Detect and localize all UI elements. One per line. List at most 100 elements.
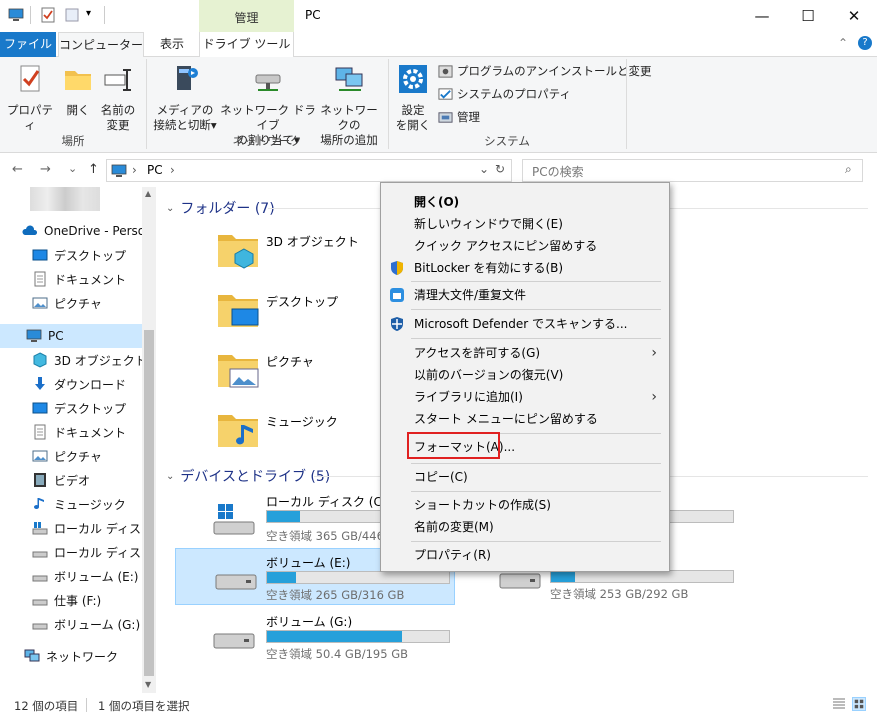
folders-section-header[interactable]: ⌄ フォルダー (7) bbox=[166, 198, 275, 218]
ribbon-collapse-icon[interactable]: ⌃ bbox=[838, 36, 848, 50]
manage-tab[interactable]: 管理 bbox=[199, 0, 294, 33]
menu-item-pin-quick-access[interactable]: クイック アクセスにピン留めする bbox=[381, 235, 669, 257]
maximize-button[interactable]: ☐ bbox=[785, 0, 831, 32]
large-icons-view-icon[interactable] bbox=[852, 697, 866, 711]
tab-file[interactable]: ファイル bbox=[0, 32, 56, 57]
sidebar-item-onedrive[interactable]: OneDrive - Person bbox=[0, 219, 153, 243]
properties-button[interactable]: プロパティ bbox=[6, 63, 54, 133]
system-properties-button[interactable]: システムのプロパティ bbox=[438, 86, 571, 102]
document-icon bbox=[34, 424, 46, 440]
uninstall-programs-button[interactable]: プログラムのアンインストールと変更 bbox=[438, 63, 651, 79]
breadcrumb-separator[interactable]: › bbox=[170, 163, 175, 177]
breadcrumb-separator[interactable]: › bbox=[132, 163, 137, 177]
chevron-right-icon: › bbox=[651, 389, 657, 405]
properties-check-icon[interactable] bbox=[40, 7, 56, 23]
uninstall-label: プログラムのアンインストールと変更 bbox=[457, 64, 652, 78]
sidebar-item-label: ピクチャ bbox=[54, 449, 102, 464]
minimize-button[interactable]: — bbox=[739, 0, 785, 32]
sidebar-item-work-f[interactable]: 仕事 (F:) bbox=[0, 588, 142, 612]
search-input[interactable]: PCの検索 ⌕ bbox=[522, 159, 863, 182]
uninstall-icon bbox=[438, 64, 453, 78]
rename-button[interactable]: 名前の 変更 bbox=[98, 63, 138, 133]
up-button[interactable]: ↑ bbox=[88, 162, 99, 177]
network-location-icon bbox=[335, 67, 363, 91]
group-label-system: システム bbox=[484, 134, 530, 148]
sidebar-item-videos[interactable]: ビデオ bbox=[0, 468, 142, 492]
sidebar-item-local-disk-d[interactable]: ローカル ディスク (D bbox=[0, 540, 156, 564]
tab-drive-tools[interactable]: ドライブ ツール bbox=[199, 32, 294, 57]
menu-item-include-library[interactable]: ライブラリに追加(I) › bbox=[381, 386, 669, 408]
address-bar[interactable]: › PC › ⌄ ↻ bbox=[106, 159, 512, 182]
back-button[interactable]: ← bbox=[12, 162, 23, 177]
sidebar-item-downloads[interactable]: ダウンロード bbox=[0, 372, 142, 396]
drive-tile-g[interactable]: ボリューム (G:) 空き領域 50.4 GB/195 GB bbox=[212, 608, 462, 664]
sidebar-item-network[interactable]: ネットワーク bbox=[0, 644, 142, 668]
menu-item-properties[interactable]: プロパティ(R) bbox=[381, 544, 669, 566]
address-dropdown-icon[interactable]: ⌄ bbox=[479, 162, 489, 176]
context-menu: 開く(O) 新しいウィンドウで開く(E) クイック アクセスにピン留めする Bi… bbox=[380, 182, 670, 572]
close-button[interactable]: ✕ bbox=[831, 0, 877, 32]
ribbon-divider bbox=[626, 59, 627, 149]
tab-computer[interactable]: コンピューター bbox=[58, 32, 144, 58]
folder-tile-pictures[interactable]: ピクチャ bbox=[216, 345, 376, 397]
sidebar-item-music[interactable]: ミュージック bbox=[0, 492, 142, 516]
scroll-up-icon[interactable]: ▲ bbox=[145, 189, 151, 198]
menu-item-rename[interactable]: 名前の変更(M) bbox=[381, 516, 669, 538]
tab-view[interactable]: 表示 bbox=[146, 32, 198, 57]
sidebar-item-pictures[interactable]: ピクチャ bbox=[0, 444, 142, 468]
customize-quick-access-icon[interactable]: ▾ bbox=[86, 8, 91, 19]
menu-item-label: プロパティ(R) bbox=[414, 548, 491, 562]
open-settings-button[interactable]: 設定 を開く bbox=[394, 63, 432, 133]
chevron-down-icon: ⌄ bbox=[166, 470, 175, 482]
menu-item-pin-start[interactable]: スタート メニューにピン留めする bbox=[381, 408, 669, 430]
menu-item-open[interactable]: 開く(O) bbox=[381, 191, 669, 213]
sidebar-scroll-thumb[interactable] bbox=[144, 330, 154, 676]
refresh-icon[interactable]: ↻ bbox=[495, 162, 505, 176]
details-view-icon[interactable] bbox=[832, 697, 846, 711]
sidebar-item-pc[interactable]: PC bbox=[0, 324, 142, 348]
folder-tile-desktop[interactable]: デスクトップ bbox=[216, 285, 376, 337]
blurred-quick-access bbox=[30, 187, 100, 211]
sidebar-item-label: ドキュメント bbox=[54, 425, 127, 440]
manage-button[interactable]: 管理 bbox=[438, 109, 480, 125]
sidebar-item-3d-objects[interactable]: 3D オブジェクト bbox=[0, 348, 147, 372]
drive-usage-fill bbox=[267, 631, 402, 642]
close-icon: ✕ bbox=[847, 7, 861, 25]
folder-tile-3d-objects[interactable]: 3D オブジェクト bbox=[216, 225, 376, 277]
menu-item-bitlocker[interactable]: BitLocker を有効にする(B) bbox=[381, 257, 669, 279]
menu-item-give-access[interactable]: アクセスを許可する(G) › bbox=[381, 342, 669, 364]
forward-button[interactable]: → bbox=[40, 162, 51, 177]
menu-item-restore-versions[interactable]: 以前のバージョンの復元(V) bbox=[381, 364, 669, 386]
help-icon[interactable]: ? bbox=[858, 36, 872, 50]
folder-label: ミュージック bbox=[266, 415, 338, 429]
sidebar-item-onedrive-documents[interactable]: ドキュメント bbox=[0, 267, 142, 291]
sidebar-item-volume-e[interactable]: ボリューム (E:) bbox=[0, 564, 142, 588]
menu-item-clean-large-files[interactable]: 清理大文件/重复文件 bbox=[381, 284, 669, 306]
title-bar: ▾ 管理 PC — ☐ ✕ bbox=[0, 0, 877, 33]
search-placeholder: PCの検索 bbox=[532, 165, 584, 179]
sidebar-item-documents[interactable]: ドキュメント bbox=[0, 420, 142, 444]
new-folder-icon[interactable] bbox=[64, 7, 80, 23]
breadcrumb-pc[interactable]: PC bbox=[147, 163, 163, 177]
media-connect-button[interactable]: メディアの 接続と切断▾ bbox=[152, 63, 218, 133]
devices-section-header[interactable]: ⌄ デバイスとドライブ (5) bbox=[166, 466, 330, 486]
folder-tile-music[interactable]: ミュージック bbox=[216, 405, 376, 457]
sidebar-item-onedrive-desktop[interactable]: デスクトップ bbox=[0, 243, 142, 267]
scroll-down-icon[interactable]: ▼ bbox=[145, 680, 151, 689]
menu-item-defender-scan[interactable]: Microsoft Defender でスキャンする... bbox=[381, 313, 669, 335]
sidebar-item-desktop[interactable]: デスクトップ bbox=[0, 396, 142, 420]
menu-item-copy[interactable]: コピー(C) bbox=[381, 466, 669, 488]
folder-label: デスクトップ bbox=[266, 295, 339, 309]
sidebar-item-onedrive-pictures[interactable]: ピクチャ bbox=[0, 291, 142, 315]
rename-label-1: 名前の bbox=[100, 103, 136, 117]
recent-locations-button[interactable]: ⌄ bbox=[68, 162, 77, 175]
sidebar-item-local-disk-c[interactable]: ローカル ディスク (C bbox=[0, 516, 156, 540]
sidebar-item-label: PC bbox=[48, 329, 64, 343]
drive-usage-fill bbox=[551, 571, 575, 582]
menu-item-open-new-window[interactable]: 新しいウィンドウで開く(E) bbox=[381, 213, 669, 235]
open-button[interactable]: 開く bbox=[58, 63, 98, 118]
menu-item-label: 新しいウィンドウで開く(E) bbox=[414, 217, 563, 231]
drive-name: ボリューム (G:) bbox=[266, 615, 353, 629]
sidebar-item-volume-g[interactable]: ボリューム (G:) bbox=[0, 612, 142, 636]
menu-item-create-shortcut[interactable]: ショートカットの作成(S) bbox=[381, 494, 669, 516]
